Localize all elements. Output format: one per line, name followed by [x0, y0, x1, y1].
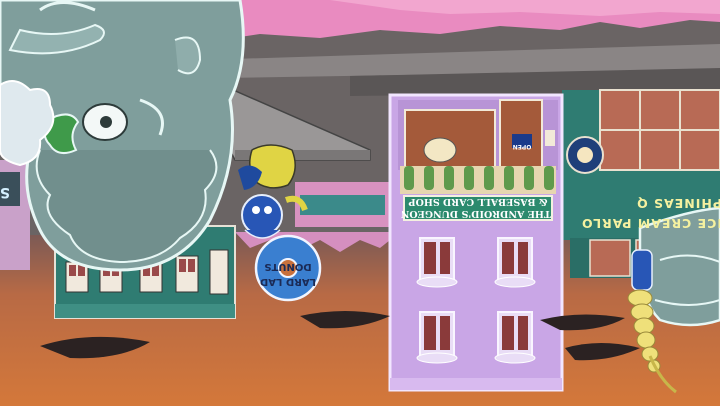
comic-shop-sign: THE ANDROID'S DUNGEON & BASEBALL CARD SH… [400, 195, 553, 221]
comic-shop-sign-line2: & BASEBALL CARD SHOP [408, 196, 548, 207]
open-sign: OPEN [512, 143, 532, 150]
shop-window-note [423, 137, 457, 163]
cartoon-scene: THE ANDROID'S DUNGEON & BASEBALL CARD SH… [0, 0, 720, 406]
parlor-sign-line2: PHINEAS Q [636, 196, 720, 211]
shop-awning [400, 166, 556, 194]
comic-shop-sign-line1: THE ANDROID'S DUNGEON [400, 208, 551, 219]
door-handle-plate [545, 130, 555, 146]
teal-building-base [55, 304, 235, 318]
parlor-sign-line1: ICE CREAM PARLO [581, 216, 720, 231]
round-sign-icon [577, 147, 593, 163]
far-building-windows [300, 195, 385, 215]
donut-sign-text: LARD LAD DONUTS [252, 247, 324, 289]
shop-base [390, 378, 562, 390]
ice-cream-parlor-sign: ICE CREAM PARLO PHINEAS Q [562, 183, 720, 233]
left-edge-sign-letter: S [0, 184, 10, 200]
donut-sign-line1: LARD LAD [260, 276, 317, 287]
donut-sign-line2: DONUTS [264, 261, 312, 272]
